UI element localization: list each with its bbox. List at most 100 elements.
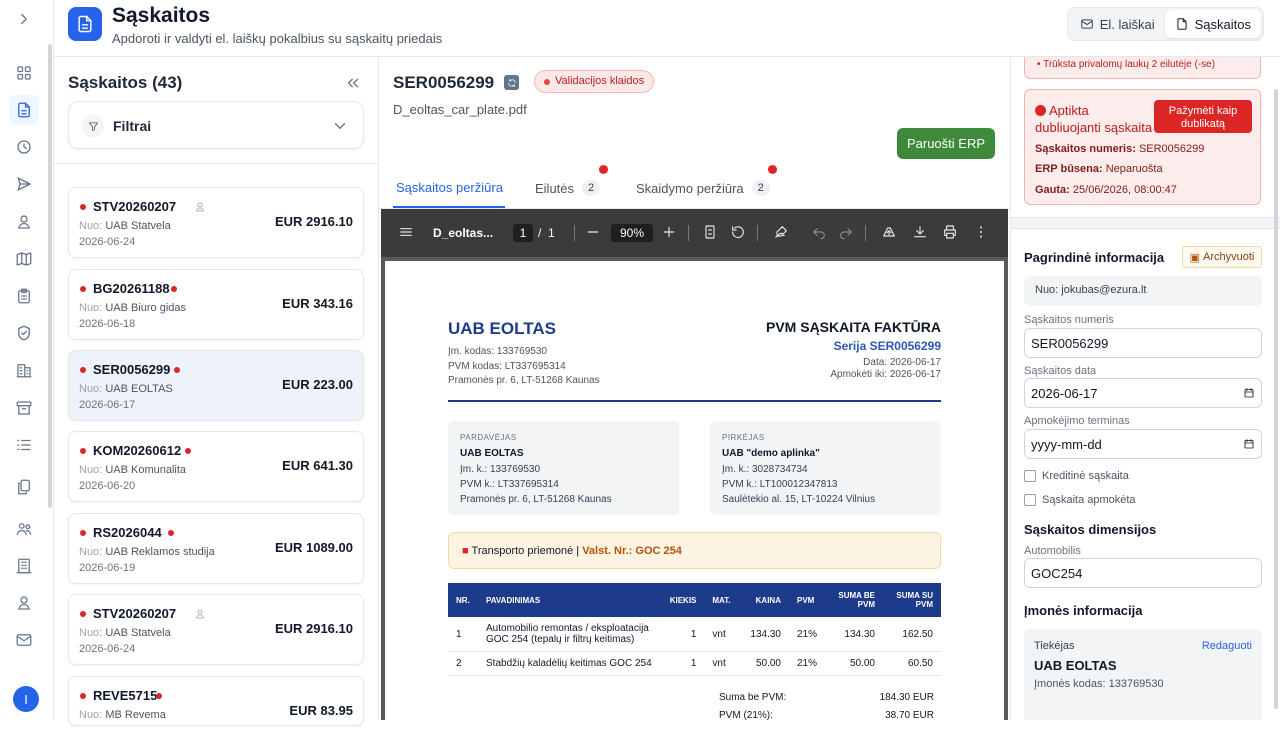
mail-icon[interactable] (9, 625, 39, 655)
pdf-file-name: D_eoltas... (433, 226, 494, 240)
rail-scrollbar[interactable] (48, 44, 52, 508)
invoice-from: Nuo: UAB Statvela (79, 627, 171, 639)
credit-invoice-checkbox[interactable]: Kreditinė sąskaita (1024, 470, 1129, 482)
archive-button[interactable]: ▣ Archyvuoti (1182, 246, 1262, 268)
column-header: NR. (448, 583, 478, 617)
checkbox[interactable] (1024, 470, 1036, 482)
sync-icon[interactable] (504, 75, 519, 90)
clipboard-icon[interactable] (9, 281, 39, 311)
invoice-from: Nuo: MB Revema (79, 709, 166, 721)
invoice-card[interactable]: REVE5715 Nuo: MB Revema EUR 83.95 (68, 676, 364, 726)
filters-toggle[interactable]: Filtrai (68, 101, 364, 149)
table-cell: 162.50 (883, 617, 941, 652)
undo-icon[interactable] (811, 224, 827, 240)
tab-invoices[interactable]: Sąskaitos (1164, 10, 1261, 38)
page-input[interactable]: 1 (513, 224, 533, 242)
prepare-erp-button[interactable]: Paruošti ERP (897, 128, 995, 159)
user-icon[interactable] (9, 207, 39, 237)
invoice-date: 2026-06-17 (79, 399, 136, 411)
file-name[interactable]: D_eoltas_car_plate.pdf (393, 102, 527, 117)
invoice-card-selected[interactable]: SER0056299 Nuo: UAB EOLTAS 2026-06-17 EU… (68, 350, 364, 421)
history-icon[interactable] (9, 132, 39, 162)
supplier-card: Tiekėjas Redaguoti UAB EOLTAS Įmonės kod… (1024, 629, 1262, 720)
map-icon[interactable] (9, 244, 39, 274)
tab-count: 2 (582, 180, 601, 196)
avatar[interactable]: I (13, 686, 39, 712)
checkbox[interactable] (1024, 494, 1036, 506)
zoom-out-icon[interactable] (585, 224, 601, 240)
invoice-card[interactable]: STV20260207 Nuo: UAB Statvela 2026-06-24… (68, 187, 364, 258)
zoom-level[interactable]: 90% (611, 224, 653, 242)
dimensions-title: Sąskaitos dimensijos (1024, 522, 1157, 537)
divider (688, 225, 689, 241)
filters-label: Filtrai (113, 118, 152, 134)
tab-lines[interactable]: Eilutės 2 (535, 165, 608, 196)
calendar-icon[interactable] (1243, 438, 1255, 450)
invoice-from: Nuo: UAB Statvela (79, 220, 171, 232)
annotate-icon[interactable] (773, 224, 789, 240)
pdf-viewer[interactable]: UAB EOLTAS Įm. kodas: 133769530 PVM koda… (381, 257, 1008, 731)
payment-term-field[interactable]: yyyy-mm-dd (1024, 429, 1262, 459)
buildings-icon[interactable] (9, 355, 39, 385)
tab-label: Skaidymo peržiūra (636, 180, 744, 196)
table-cell: Automobilio remontas / eksploatacija GOC… (478, 617, 662, 652)
document-due-date: Apmokėti iki: 2026-06-17 (830, 369, 941, 380)
invoice-card[interactable]: STV20260207 Nuo: UAB Statvela 2026-06-24… (68, 594, 364, 665)
page-header: Sąskaitos Apdoroti ir valdyti el. laiškų… (54, 0, 1280, 57)
drive-upload-icon[interactable] (881, 224, 897, 240)
seller-line: Įm. kodas: 133769530 (448, 346, 547, 357)
download-icon[interactable] (912, 224, 928, 240)
invoice-date-field[interactable]: 2026-06-17 (1024, 378, 1262, 408)
tab-invoice-preview[interactable]: Sąskaitos peržiūra (396, 180, 503, 195)
table-cell: Stabdžių kaladėlių keitimas GOC 254 (478, 651, 662, 676)
send-icon[interactable] (9, 169, 39, 199)
invoice-card[interactable]: KOM20260612 Nuo: UAB Komunalita 2026-06-… (68, 431, 364, 502)
invoice-number-field[interactable]: SER0056299 (1024, 328, 1262, 358)
tab-emails[interactable]: El. laiškai (1070, 10, 1165, 38)
fit-page-icon[interactable] (702, 224, 718, 240)
profile-icon[interactable] (9, 588, 39, 618)
car-field[interactable]: GOC254 (1024, 558, 1262, 588)
status-badge: Validacijos klaidos (534, 70, 655, 93)
invoice-card[interactable]: RS2026044 Nuo: UAB Reklamos studija 2026… (68, 513, 364, 584)
collapse-icon[interactable] (344, 74, 362, 92)
mark-duplicate-button[interactable]: Pažymėti kaip dublikatą (1154, 100, 1252, 133)
page-title: Sąskaitos (112, 4, 211, 27)
invoice-amount: EUR 2916.10 (274, 214, 353, 229)
company-info-title: Įmonės informacija (1024, 603, 1143, 618)
menu-icon[interactable] (398, 224, 414, 240)
zoom-in-icon[interactable] (661, 224, 677, 240)
documents-icon[interactable] (9, 472, 39, 502)
users-icon[interactable] (9, 514, 39, 544)
shield-icon[interactable] (9, 318, 39, 348)
redo-icon[interactable] (838, 224, 854, 240)
print-icon[interactable] (942, 224, 958, 240)
tab-split-preview[interactable]: Skaidymo peržiūra 2 (636, 165, 777, 196)
edit-link[interactable]: Redaguoti (1202, 640, 1252, 652)
calendar-icon[interactable] (1243, 387, 1255, 399)
archive-icon[interactable] (9, 393, 39, 423)
nav-rail: I (0, 0, 54, 720)
status-dot (171, 286, 177, 292)
more-icon[interactable] (973, 224, 989, 240)
car-label: Automobilis (1024, 545, 1081, 557)
invoice-card[interactable]: BG20261188 Nuo: UAB Biuro gidas 2026-06-… (68, 269, 364, 340)
buyer-box: PIRKĖJAS UAB "demo aplinka" Įm. k.: 3028… (710, 421, 941, 515)
sidebar-scrollbar[interactable] (1274, 89, 1278, 709)
vat-value: 38.70 EUR (885, 710, 934, 721)
paid-checkbox[interactable]: Sąskaita apmokėta (1024, 494, 1136, 506)
seller-box-line: Įm. k.: 133769530 (460, 464, 541, 475)
rotate-icon[interactable] (730, 224, 746, 240)
pdf-toolbar: D_eoltas... 1 / 1 90% (381, 209, 1008, 257)
building-icon[interactable] (9, 551, 39, 581)
status-dot (174, 367, 180, 373)
invoices-logo-icon (68, 7, 102, 41)
details-sidebar: • Trūksta privalomų laukų 2 eilutėje (-s… (1010, 57, 1280, 720)
invoices-icon[interactable] (9, 95, 39, 125)
dashboard-icon[interactable] (9, 58, 39, 88)
sender-email: Nuo: jokubas@ezura.lt (1024, 276, 1262, 306)
seller-line: PVM kodas: LT337695314 (448, 361, 566, 372)
expand-chevron-icon[interactable] (9, 4, 39, 34)
list-icon[interactable] (9, 430, 39, 460)
page-count: 1 (548, 226, 555, 240)
